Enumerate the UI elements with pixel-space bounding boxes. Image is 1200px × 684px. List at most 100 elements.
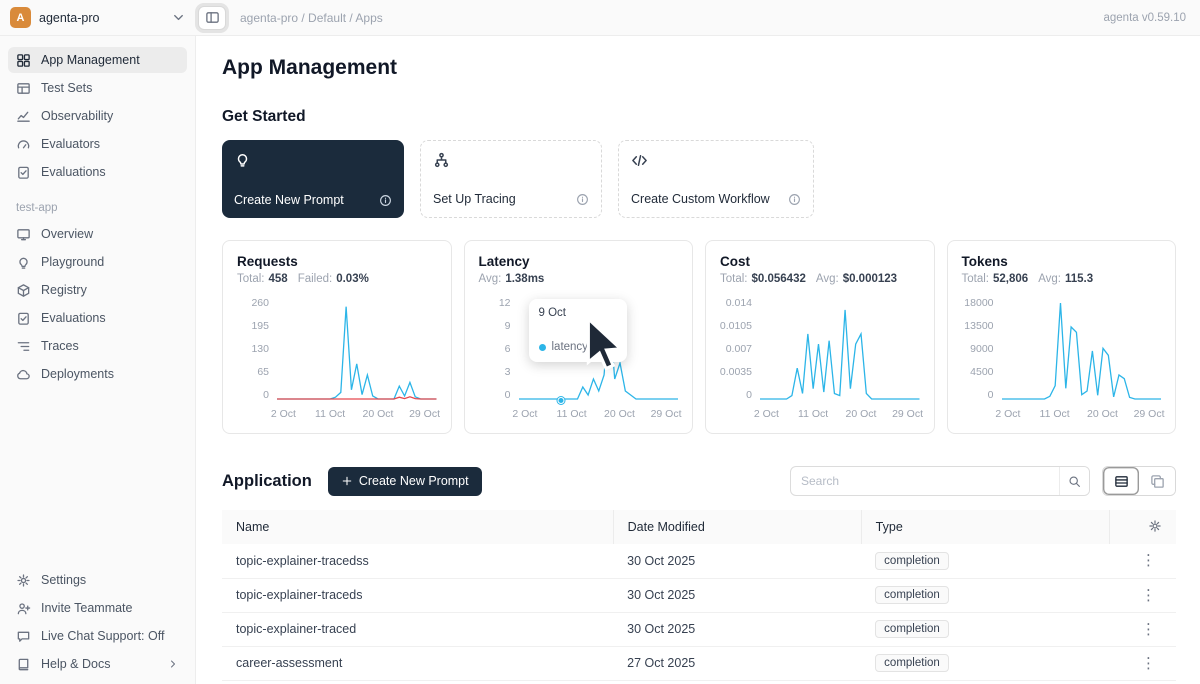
sidebar-item-traces[interactable]: Traces [8, 333, 187, 359]
sidebar-item-label: Registry [41, 283, 87, 297]
sidebar-item-help-docs[interactable]: Help & Docs [8, 651, 187, 677]
sidebar-item-evaluations-project[interactable]: Evaluations [8, 305, 187, 331]
gear-icon [16, 573, 31, 588]
metrics-row: Requests Total:458Failed:0.03% 260195130… [222, 240, 1176, 434]
table-row[interactable]: topic-explainer-tracedss 30 Oct 2025 com… [222, 544, 1176, 578]
table-row[interactable]: topic-explainer-traced 30 Oct 2025 compl… [222, 612, 1176, 646]
chat-bubble-icon [16, 629, 31, 644]
card-label: Create Custom Workflow [631, 192, 770, 206]
y-tick-label: 6 [505, 343, 511, 355]
create-new-prompt-button[interactable]: Create New Prompt [328, 467, 482, 496]
stat-label: Avg: [1038, 273, 1061, 285]
table-settings-button[interactable] [1148, 519, 1162, 536]
get-started-cards: Create New Prompt Set Up Tracing Create … [222, 140, 1176, 218]
y-tick-label: 9 [505, 320, 511, 332]
x-tick-label: 29 Oct [1134, 408, 1165, 420]
mouse-cursor-icon [561, 313, 659, 376]
create-new-prompt-card[interactable]: Create New Prompt [222, 140, 404, 218]
sidebar-item-invite-teammate[interactable]: Invite Teammate [8, 595, 187, 621]
row-menu-button[interactable]: ⋮ [1135, 586, 1162, 605]
chart-stats: Avg:1.38ms [479, 273, 679, 285]
sidebar-item-live-chat-support[interactable]: Live Chat Support: Off [8, 623, 187, 649]
table-row[interactable]: career-assessment 27 Oct 2025 completion… [222, 646, 1176, 680]
stat-label: Failed: [298, 273, 333, 285]
column-header-name[interactable]: Name [222, 510, 613, 544]
book-icon [16, 657, 31, 672]
stat-value: $0.056432 [752, 273, 806, 285]
chart-y-axis: 0.0140.01050.0070.00350 [720, 297, 760, 401]
set-up-tracing-card[interactable]: Set Up Tracing [420, 140, 602, 218]
stat-value: 115.3 [1065, 273, 1093, 285]
row-menu-button[interactable]: ⋮ [1135, 620, 1162, 639]
row-menu-button[interactable]: ⋮ [1135, 551, 1162, 570]
row-menu-button[interactable]: ⋮ [1135, 654, 1162, 673]
search-box [790, 466, 1090, 496]
grid-icon [16, 53, 31, 68]
sidebar-item-test-sets[interactable]: Test Sets [8, 75, 187, 101]
metric-card-tokens: Tokens Total:52,806Avg:115.3 18000135009… [947, 240, 1177, 434]
column-header-date-modified[interactable]: Date Modified [613, 510, 861, 544]
column-header-type[interactable]: Type [861, 510, 1109, 544]
x-tick-label: 20 Oct [604, 408, 635, 420]
sidebar-item-evaluators[interactable]: Evaluators [8, 131, 187, 157]
chart-title: Latency [479, 254, 679, 269]
sidebar-item-observability[interactable]: Observability [8, 103, 187, 129]
y-tick-label: 13500 [964, 320, 993, 332]
sidebar-item-evaluations[interactable]: Evaluations [8, 159, 187, 185]
x-tick-label: 11 Oct [557, 408, 587, 420]
sidebar-item-settings[interactable]: Settings [8, 567, 187, 593]
y-tick-label: 4500 [970, 366, 993, 378]
stat-value: 1.38ms [505, 273, 544, 285]
sidebar-toggle-button[interactable] [198, 6, 226, 30]
timeline-icon [16, 339, 31, 354]
chart-y-axis: 18000 13500 9000 4500 0 [962, 297, 1002, 401]
y-tick-label: 0 [505, 389, 511, 401]
sidebar-item-label: App Management [41, 53, 140, 67]
gear-icon [1148, 519, 1162, 533]
search-input[interactable] [791, 474, 1059, 488]
create-custom-workflow-card[interactable]: Create Custom Workflow [618, 140, 814, 218]
x-tick-label: 20 Oct [1087, 408, 1118, 420]
sidebar-item-overview[interactable]: Overview [8, 221, 187, 247]
chart-line-svg [1002, 297, 1162, 401]
workspace-selector[interactable]: A agenta-pro [0, 7, 196, 28]
main-content: App Management Get Started Create New Pr… [196, 36, 1200, 684]
app-name: topic-explainer-traced [222, 612, 613, 646]
cloud-icon [16, 367, 31, 382]
sidebar-item-deployments[interactable]: Deployments [8, 361, 187, 387]
card-view-button[interactable] [1139, 467, 1175, 495]
info-icon[interactable] [576, 193, 589, 206]
table-row[interactable]: topic-explainer-traceds 30 Oct 2025 comp… [222, 578, 1176, 612]
sidebar-item-label: Evaluations [41, 311, 106, 325]
x-tick-label: 2 Oct [271, 408, 296, 420]
application-header-row: Application Create New Prompt [222, 466, 1176, 496]
chart-line-svg [760, 297, 920, 401]
sidebar-item-app-management[interactable]: App Management [8, 47, 187, 73]
y-tick-label: 0 [988, 389, 994, 401]
y-tick-label: 260 [251, 297, 269, 309]
chart-tooltip: 9 Octlatency0 [529, 299, 627, 362]
stat-value: 0.03% [336, 273, 369, 285]
table-view-button[interactable] [1103, 467, 1139, 495]
y-tick-label: 9000 [970, 343, 993, 355]
x-tick-label: 11 Oct [1040, 408, 1070, 420]
sidebar-item-registry[interactable]: Registry [8, 277, 187, 303]
chart-x-axis: 2 Oct11 Oct20 Oct29 Oct [277, 408, 437, 423]
x-tick-label: 11 Oct [315, 408, 345, 420]
y-tick-label: 18000 [964, 297, 993, 309]
info-icon[interactable] [788, 193, 801, 206]
series-dot [539, 344, 546, 351]
chevron-down-icon [171, 10, 186, 25]
search-button[interactable] [1059, 467, 1089, 495]
lightbulb-icon [16, 255, 31, 270]
table-icon [16, 81, 31, 96]
get-started-heading: Get Started [222, 108, 1176, 126]
x-tick-label: 11 Oct [798, 408, 828, 420]
project-section-label: test-app [16, 202, 179, 214]
chart-plot [1002, 297, 1162, 401]
sidebar-item-playground[interactable]: Playground [8, 249, 187, 275]
chart-stats: Total:$0.056432Avg:$0.000123 [720, 273, 920, 285]
info-icon[interactable] [379, 194, 392, 207]
y-tick-label: 0.0035 [720, 366, 752, 378]
sidebar-item-label: Invite Teammate [41, 601, 132, 615]
